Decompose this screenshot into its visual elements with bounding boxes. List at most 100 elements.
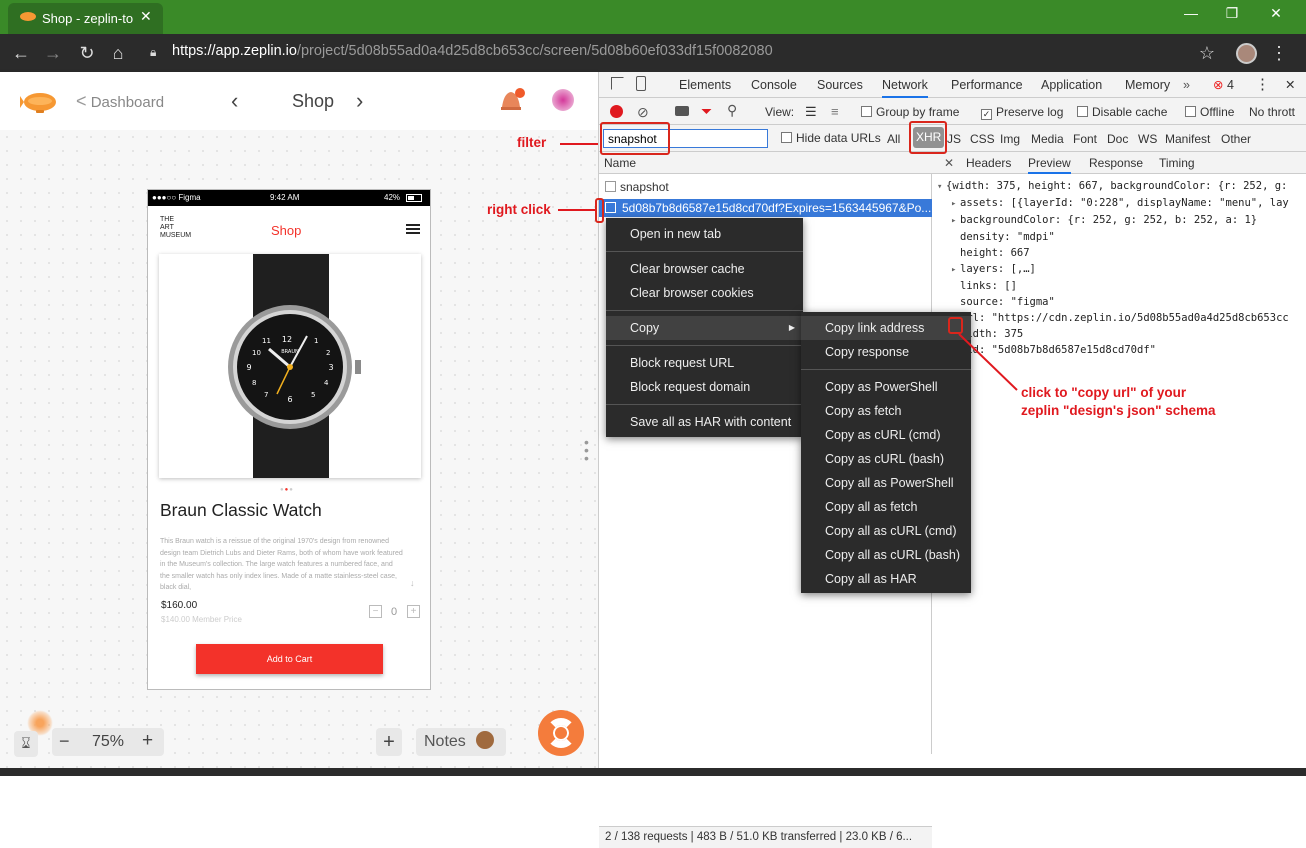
preview-line[interactable]: ▸ assets: [{layerId: "0:228", displayName… [937, 195, 1306, 212]
menu-item-block-url[interactable]: Block request URL [606, 351, 803, 375]
tab-timing[interactable]: Timing [1159, 156, 1195, 170]
user-avatar[interactable] [552, 89, 574, 111]
search-icon[interactable]: ⚲ [727, 102, 737, 119]
filter-css[interactable]: CSS [970, 132, 995, 146]
filter-ws[interactable]: WS [1138, 132, 1157, 146]
filter-funnel-icon[interactable]: ⏷ [701, 103, 712, 120]
menu-item-save-har[interactable]: Save all as HAR with content [606, 410, 803, 434]
dashboard-back-link[interactable]: < Dashboard [76, 91, 164, 112]
filter-all[interactable]: All [887, 132, 900, 146]
zoom-level[interactable]: 75% [92, 733, 124, 751]
menu-item-copy-all-curl-bash[interactable]: Copy all as cURL (bash) [801, 543, 971, 567]
qty-minus-button[interactable]: − [369, 605, 382, 618]
menu-item-copy-all-har[interactable]: Copy all as HAR [801, 567, 971, 591]
filter-other[interactable]: Other [1221, 132, 1251, 146]
product-name: Braun Classic Watch [160, 500, 322, 520]
bookmark-star-icon[interactable]: ☆ [1196, 42, 1218, 64]
tab-response[interactable]: Response [1089, 156, 1143, 170]
zeplin-logo-icon[interactable] [20, 88, 58, 114]
home-icon[interactable]: ⌂ [107, 42, 129, 64]
carousel-dots[interactable]: ●●● [280, 487, 294, 493]
filter-media[interactable]: Media [1031, 132, 1064, 146]
filter-img[interactable]: Img [1000, 132, 1020, 146]
preview-line[interactable]: ▸ layers: [,…] [937, 261, 1306, 278]
next-screen-icon[interactable]: › [356, 88, 363, 114]
menu-item-copy-curl-cmd[interactable]: Copy as cURL (cmd) [801, 423, 971, 447]
more-tabs-icon[interactable]: » [1183, 72, 1190, 98]
tab-console[interactable]: Console [751, 72, 797, 98]
qty-plus-button[interactable]: + [407, 605, 420, 618]
large-rows-icon[interactable]: ☰ [805, 104, 817, 120]
menu-item-clear-cache[interactable]: Clear browser cache [606, 257, 803, 281]
profile-avatar[interactable] [1236, 43, 1257, 64]
tab-headers[interactable]: Headers [966, 156, 1011, 170]
filter-manifest[interactable]: Manifest [1165, 132, 1210, 146]
clear-icon[interactable]: ⊘ [637, 104, 649, 121]
tab-preview[interactable]: Preview [1028, 156, 1071, 174]
notes-button[interactable]: Notes [416, 728, 506, 756]
menu-item-copy-all-curl-cmd[interactable]: Copy all as cURL (cmd) [801, 519, 971, 543]
menu-item-copy[interactable]: Copy ▶ [606, 316, 803, 340]
menu-item-copy-link-address[interactable]: Copy link address [801, 316, 971, 340]
menu-item-copy-fetch[interactable]: Copy as fetch [801, 399, 971, 423]
help-lifebuoy-icon[interactable] [538, 710, 584, 756]
menu-item-clear-cookies[interactable]: Clear browser cookies [606, 281, 803, 305]
menu-item-block-domain[interactable]: Block request domain [606, 375, 803, 399]
throttling-select[interactable]: No thrott [1249, 105, 1295, 119]
add-button[interactable]: + [376, 728, 402, 756]
tab-sources[interactable]: Sources [817, 72, 863, 98]
menu-item-copy-powershell[interactable]: Copy as PowerShell [801, 375, 971, 399]
tab-memory[interactable]: Memory [1125, 72, 1170, 98]
reload-icon[interactable]: ↻ [76, 42, 98, 64]
devtools-menu-icon[interactable]: ⋮ [1255, 72, 1270, 98]
preview-line[interactable]: ▾ {width: 375, height: 667, backgroundCol… [937, 178, 1306, 195]
hide-data-urls-checkbox[interactable]: Hide data URLs [781, 131, 881, 145]
minimize-icon[interactable]: — [1181, 5, 1201, 25]
versions-hourglass-button[interactable]: ⌛︎ [14, 731, 38, 757]
close-tab-icon[interactable]: ✕ [140, 8, 152, 25]
url-field[interactable]: https://app.zeplin.io/project/5d08b55ad0… [172, 43, 773, 59]
menu-item-copy-response[interactable]: Copy response [801, 340, 971, 364]
devtools-close-icon[interactable]: ✕ [1285, 72, 1295, 98]
zoom-in-button[interactable]: + [142, 730, 153, 752]
add-to-cart-button[interactable]: Add to Cart [196, 644, 383, 674]
description-scroll-arrow-icon[interactable]: ↓ [410, 578, 415, 588]
maximize-icon[interactable]: ❐ [1222, 5, 1242, 25]
request-row-selected[interactable]: 5d08b7b8d6587e15d8cd70df?Expires=1563445… [599, 199, 932, 217]
zoom-out-button[interactable]: − [59, 731, 70, 752]
preserve-log-checkbox[interactable]: ✓ Preserve log [981, 105, 1063, 120]
screen-artboard[interactable]: ●●●○○ Figma 9:42 AM 42% THE ART MUSEUM S… [147, 189, 431, 690]
disable-cache-checkbox[interactable]: Disable cache [1077, 105, 1167, 119]
menu-item-copy-all-powershell[interactable]: Copy all as PowerShell [801, 471, 971, 495]
preview-line[interactable]: ▸ backgroundColor: {r: 252, g: 252, b: 25… [937, 212, 1306, 229]
error-counter[interactable]: ⊗ 4 [1213, 72, 1234, 98]
device-toggle-icon[interactable] [636, 76, 646, 91]
filter-doc[interactable]: Doc [1107, 132, 1128, 146]
filter-font[interactable]: Font [1073, 132, 1097, 146]
overview-icon[interactable]: ≡ [831, 104, 839, 119]
battery-icon [406, 194, 422, 202]
window-close-icon[interactable]: ✕ [1266, 5, 1286, 25]
tab-application[interactable]: Application [1041, 72, 1102, 98]
forward-arrow-icon[interactable]: → [42, 42, 64, 64]
request-row[interactable]: snapshot [605, 180, 669, 194]
menu-item-copy-curl-bash[interactable]: Copy as cURL (bash) [801, 447, 971, 471]
notifications-bell-icon[interactable] [498, 87, 526, 115]
menu-item-open-new-tab[interactable]: Open in new tab [606, 222, 803, 246]
inspect-element-icon[interactable] [611, 77, 624, 90]
panel-resize-handle-icon[interactable]: • • • [584, 435, 589, 465]
browser-menu-icon[interactable]: ⋮ [1268, 42, 1290, 64]
tab-elements[interactable]: Elements [679, 72, 731, 98]
prev-screen-icon[interactable]: ‹ [231, 88, 238, 114]
tab-performance[interactable]: Performance [951, 72, 1023, 98]
filter-js[interactable]: JS [947, 132, 961, 146]
tab-network[interactable]: Network [882, 72, 928, 98]
close-detail-icon[interactable]: ✕ [944, 156, 954, 170]
menu-item-copy-all-fetch[interactable]: Copy all as fetch [801, 495, 971, 519]
group-by-frame-checkbox[interactable]: Group by frame [861, 105, 959, 119]
name-column-header[interactable]: Name [599, 152, 932, 174]
record-button-icon[interactable] [610, 105, 623, 118]
offline-checkbox[interactable]: Offline [1185, 105, 1234, 119]
capture-screenshots-icon[interactable] [675, 106, 689, 116]
back-arrow-icon[interactable]: ← [10, 42, 32, 64]
